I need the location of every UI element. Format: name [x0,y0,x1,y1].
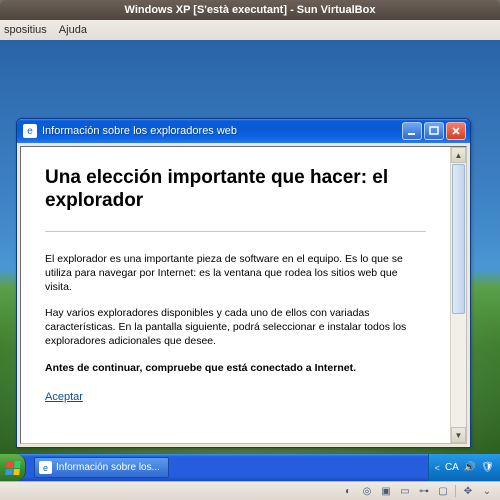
vertical-scrollbar[interactable]: ▲ ▼ [450,147,466,443]
paragraph-1: El explorador es una importante pieza de… [45,252,426,295]
minimize-icon [407,126,417,136]
accept-link[interactable]: Aceptar [45,391,83,403]
host-statusbar: ◐ ◎ ▣ ▭ ⊶ ▢ ✥ ⌄ [0,481,500,500]
taskbar-item-browser-info[interactable]: e Información sobre los... [34,457,169,478]
tray-expand-icon[interactable]: < [435,463,440,473]
tray-shield-icon[interactable]: 🛡 [481,462,494,473]
tray-language-indicator[interactable]: CA [445,462,459,473]
close-button[interactable] [446,122,466,140]
scroll-down-arrow-icon[interactable]: ▼ [451,427,466,443]
cd-icon[interactable]: ◎ [360,484,374,498]
disk-icon[interactable]: ◐ [341,484,355,498]
tray-volume-icon[interactable]: 🔊 [464,462,476,473]
paragraph-2: Hay varios exploradores disponibles y ca… [45,306,426,349]
window-title: Información sobre los exploradores web [42,125,402,137]
menu-ajuda[interactable]: Ajuda [59,24,87,36]
hostkey-icon[interactable]: ⌄ [480,484,494,498]
windows-flag-icon [5,461,20,475]
host-titlebar: Windows XP [S'està executant] - Sun Virt… [0,0,500,20]
host-menubar: spositius Ajuda [0,20,500,40]
maximize-icon [429,126,439,136]
scroll-thumb[interactable] [452,164,465,314]
display-icon[interactable]: ▢ [436,484,450,498]
mouse-capture-icon[interactable]: ✥ [461,484,475,498]
page-heading: Una elección importante que hacer: el ex… [45,167,426,213]
system-tray[interactable]: < CA 🔊 🛡 [428,454,500,481]
divider [45,231,426,232]
vm-viewport: e Información sobre los exploradores web [0,40,500,481]
taskbar-item-icon: e [39,461,52,474]
network-icon[interactable]: ▣ [379,484,393,498]
xp-desktop[interactable]: e Información sobre los exploradores web [0,40,500,481]
browser-info-window: e Información sobre los exploradores web [16,118,471,448]
window-titlebar[interactable]: e Información sobre los exploradores web [17,119,470,143]
content-frame: Una elección importante que hacer: el ex… [20,146,467,444]
taskbar-item-label: Información sobre los... [56,462,160,473]
statusbar-separator [455,485,456,497]
window-client-area: Una elección importante que hacer: el ex… [17,143,470,447]
usb-icon[interactable]: ⊶ [417,484,431,498]
menu-dispositius[interactable]: spositius [4,24,47,36]
host-window-title: Windows XP [S'està executant] - Sun Virt… [125,4,376,16]
start-button[interactable] [0,454,26,481]
folder-icon[interactable]: ▭ [398,484,412,498]
close-icon [451,126,461,136]
minimize-button[interactable] [402,122,422,140]
maximize-button[interactable] [424,122,444,140]
xp-taskbar: e Información sobre los... < CA 🔊 🛡 [0,454,500,481]
scroll-up-arrow-icon[interactable]: ▲ [451,147,466,163]
window-icon: e [23,124,37,138]
content-body: Una elección importante que hacer: el ex… [21,147,450,443]
paragraph-3-bold: Antes de continuar, compruebe que está c… [45,361,426,375]
